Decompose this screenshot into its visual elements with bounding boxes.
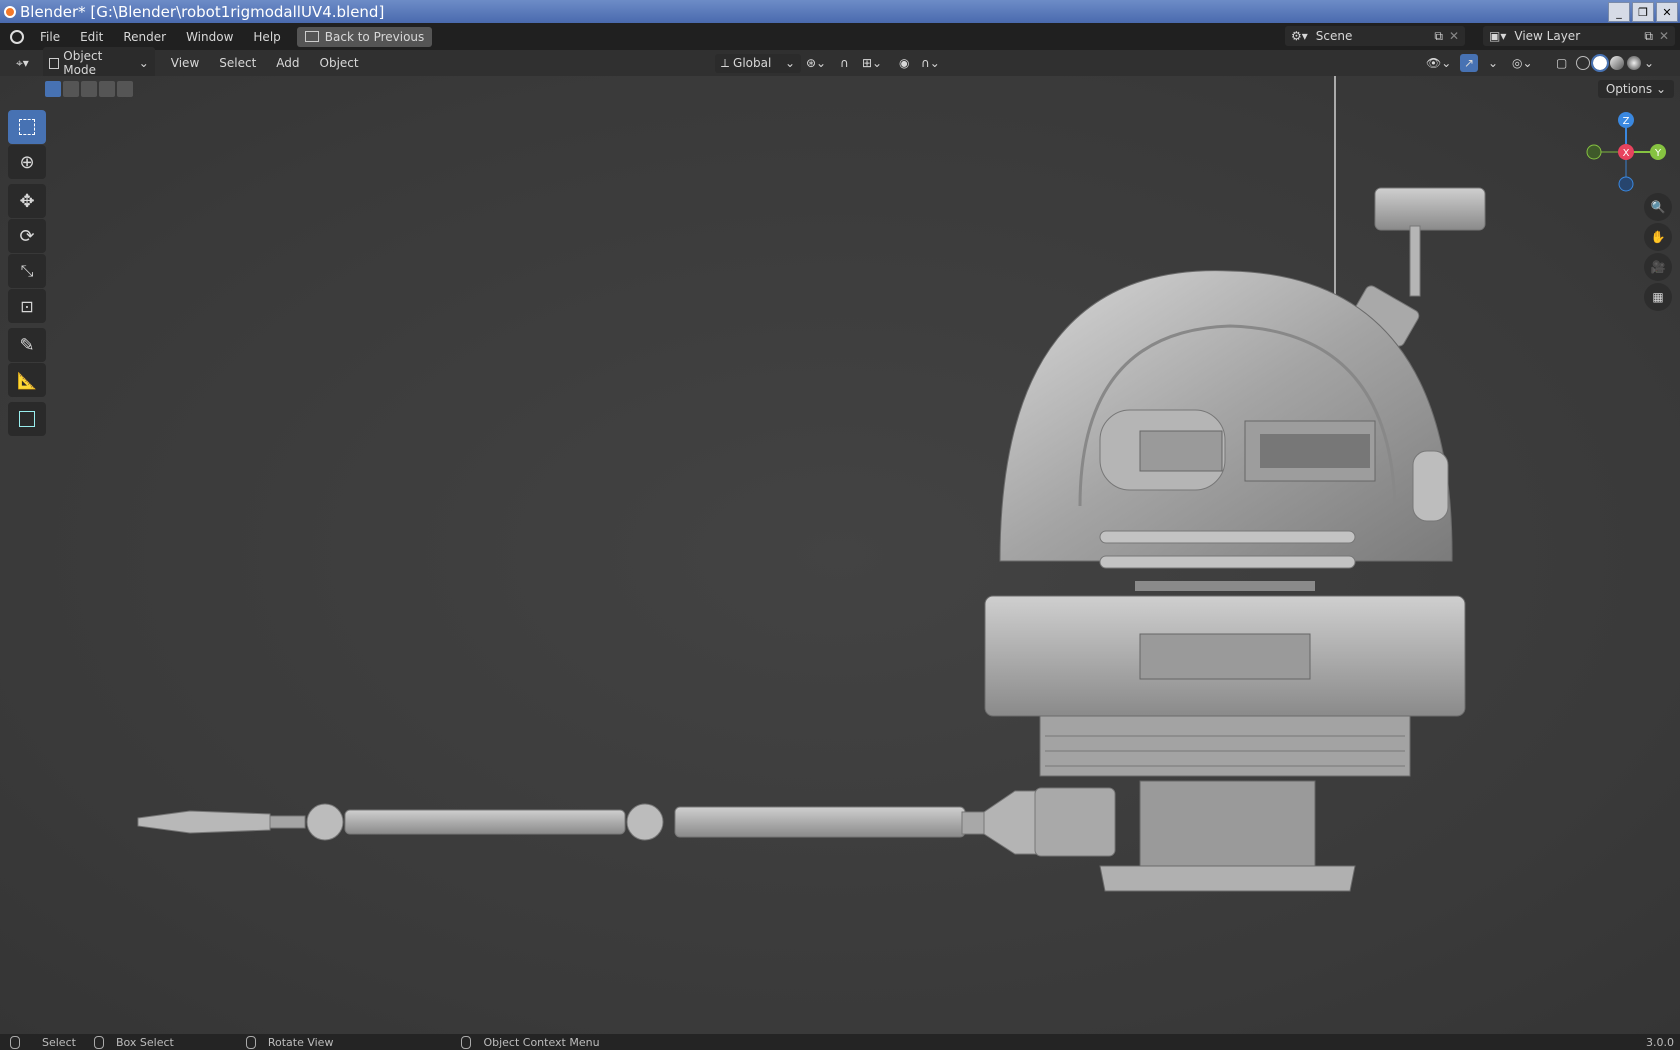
menu-file[interactable]: File <box>30 30 70 44</box>
snap-increment-icon: ⊞⌄ <box>862 56 883 70</box>
view-layer-icon: ▣▾ <box>1489 29 1507 43</box>
falloff-icon: ∩⌄ <box>921 56 940 70</box>
maximize-button[interactable]: ❐ <box>1632 2 1654 22</box>
editor-type-icon: ⌖▾ <box>16 55 29 70</box>
pivot-icon: ⊛⌄ <box>806 56 827 70</box>
scene-name: Scene <box>1315 29 1353 43</box>
overlay-toggle[interactable]: ◎⌄ <box>1506 54 1539 72</box>
scene-selector[interactable]: ⚙▾ Scene ⧉ ✕ <box>1285 26 1465 46</box>
orientation-icon: ⟂ <box>721 55 730 70</box>
view-layer-name: View Layer <box>1514 29 1581 43</box>
gizmo-icon: ↗ <box>1464 56 1475 70</box>
gizmo-toggle[interactable]: ↗ <box>1460 54 1479 72</box>
overlay-icon: ◎⌄ <box>1512 56 1533 70</box>
mouse-left-icon <box>10 1035 20 1049</box>
visibility-button[interactable]: 👁⌄ <box>1420 54 1457 72</box>
version-label: 3.0.0 <box>1646 1035 1674 1049</box>
rendered-shading-icon[interactable] <box>1627 56 1641 70</box>
gizmo-dropdown[interactable]: ⌄ <box>1482 54 1504 72</box>
shading-modes: ⌄ <box>1576 54 1654 72</box>
proportional-edit-toggle[interactable]: ◉ <box>893 54 915 72</box>
window-titlebar: Blender* [G:\Blender\robot1rigmodallUV4.… <box>0 0 1680 23</box>
mouse-middle-icon <box>245 1035 256 1049</box>
status-context-hint: Object Context Menu <box>461 1035 600 1049</box>
magnet-icon: ∩ <box>840 56 849 70</box>
remove-view-layer-icon[interactable]: ✕ <box>1659 29 1669 43</box>
material-shading-icon[interactable] <box>1610 56 1624 70</box>
menu-add[interactable]: Add <box>266 56 309 70</box>
new-view-layer-icon[interactable]: ⧉ <box>1644 29 1653 44</box>
blender-logo-icon <box>4 5 16 18</box>
mouse-right-icon <box>461 1035 472 1049</box>
view-layer-selector[interactable]: ▣▾ View Layer ⧉ ✕ <box>1483 26 1675 46</box>
menu-help[interactable]: Help <box>243 30 290 44</box>
viewport-header: ⌖▾ Object Mode ⌄ View Select Add Object … <box>0 47 1680 79</box>
chevron-down-icon: ⌄ <box>138 56 149 70</box>
snap-toggle[interactable]: ∩ <box>834 54 855 72</box>
editor-type-button[interactable]: ⌖▾ <box>10 54 35 73</box>
menu-view[interactable]: View <box>161 56 209 70</box>
status-select-hint: Select <box>10 1035 76 1049</box>
window-title: Blender* [G:\Blender\robot1rigmodallUV4.… <box>20 2 385 21</box>
menu-select[interactable]: Select <box>209 56 266 70</box>
pivot-point-button[interactable]: ⊛⌄ <box>800 54 832 72</box>
back-to-previous-button[interactable]: Back to Previous <box>296 26 433 47</box>
blender-menu-icon[interactable] <box>10 29 24 44</box>
transform-orientation-dropdown[interactable]: ⟂ Global ⌄ <box>715 53 801 73</box>
chevron-down-icon: ⌄ <box>784 56 795 70</box>
new-scene-icon[interactable]: ⧉ <box>1434 29 1443 44</box>
eye-icon: 👁⌄ <box>1426 56 1452 70</box>
close-button[interactable]: ✕ <box>1656 2 1678 22</box>
mouse-drag-icon <box>93 1035 104 1049</box>
mode-dropdown[interactable]: Object Mode ⌄ <box>42 47 155 79</box>
status-rotate-hint: Rotate View <box>245 1035 333 1049</box>
xray-toggle[interactable]: ▢ <box>1550 54 1573 72</box>
object-mode-icon <box>48 57 60 69</box>
menu-render[interactable]: Render <box>113 30 176 44</box>
snap-target-button[interactable]: ⊞⌄ <box>856 54 888 72</box>
menu-object[interactable]: Object <box>310 56 369 70</box>
solid-shading-icon[interactable] <box>1591 54 1609 72</box>
menu-edit[interactable]: Edit <box>70 30 113 44</box>
menu-window[interactable]: Window <box>176 30 243 44</box>
xray-icon: ▢ <box>1556 56 1568 70</box>
shading-dropdown-icon[interactable]: ⌄ <box>1644 56 1654 70</box>
top-menubar: File Edit Render Window Help Back to Pre… <box>0 23 1680 50</box>
robot-model[interactable] <box>0 76 1680 1034</box>
scene-icon: ⚙▾ <box>1291 29 1308 43</box>
status-box-select-hint: Box Select <box>93 1035 174 1049</box>
remove-scene-icon[interactable]: ✕ <box>1449 29 1459 43</box>
minimize-button[interactable]: _ <box>1608 2 1630 22</box>
status-bar: Select Box Select Rotate View Object Con… <box>0 1034 1680 1050</box>
falloff-button[interactable]: ∩⌄ <box>915 54 946 72</box>
screen-icon <box>304 31 319 42</box>
wireframe-shading-icon[interactable] <box>1576 56 1590 70</box>
proportional-icon: ◉ <box>899 56 910 70</box>
